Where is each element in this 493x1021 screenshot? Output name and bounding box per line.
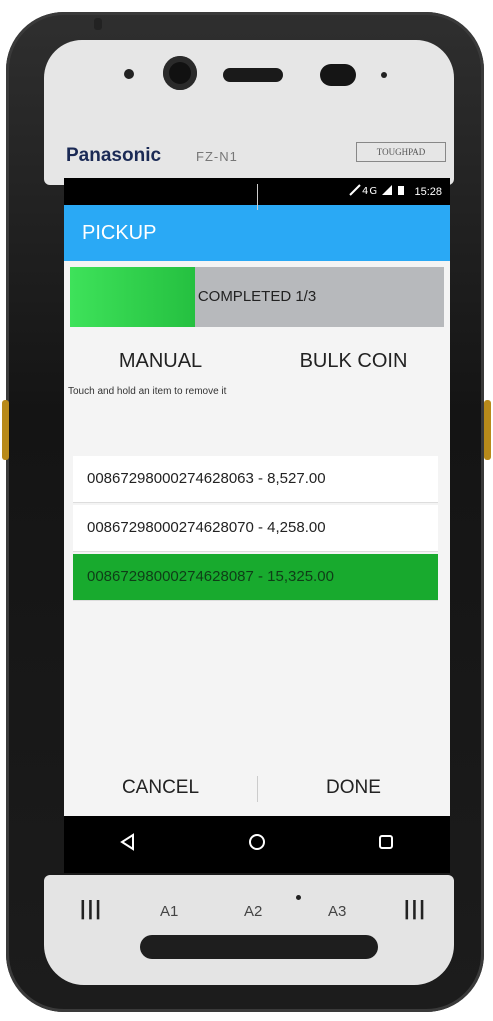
device-brand: Panasonic bbox=[66, 145, 162, 166]
page-title: PICKUP bbox=[82, 221, 157, 244]
tab-bulk-coin[interactable]: BULK COIN bbox=[257, 342, 450, 380]
home-icon[interactable] bbox=[227, 833, 287, 857]
device-model: FZ-N1 bbox=[196, 149, 238, 164]
tab-manual[interactable]: MANUAL bbox=[64, 342, 257, 380]
device-bottom-panel bbox=[44, 875, 454, 985]
grip-icon-right: ||| bbox=[404, 898, 427, 920]
list-item[interactable]: 00867298000274628063 - 8,527.00 bbox=[73, 456, 438, 503]
app-screen: 4G 15:28 PICKUP COMPLETED 1/3 MANUAL BUL… bbox=[64, 178, 450, 873]
progress-label: COMPLETED 1/3 bbox=[197, 288, 317, 305]
side-button-right[interactable] bbox=[484, 400, 491, 460]
done-button[interactable]: DONE bbox=[257, 768, 450, 808]
status-icons: 4G bbox=[348, 184, 408, 199]
grip-icon-left: ||| bbox=[80, 898, 103, 920]
back-icon[interactable] bbox=[98, 832, 158, 857]
side-button-left[interactable] bbox=[2, 400, 9, 460]
mic-dot bbox=[296, 895, 301, 900]
device-badge: TOUGHPAD bbox=[356, 142, 446, 162]
action-divider bbox=[257, 776, 258, 802]
progress-bar: COMPLETED 1/3 bbox=[70, 267, 444, 327]
app-bar: PICKUP bbox=[64, 205, 450, 261]
recents-icon[interactable] bbox=[356, 833, 416, 857]
tab-divider bbox=[257, 184, 258, 210]
antenna bbox=[94, 18, 102, 30]
item-list: 00867298000274628063 - 8,527.00 00867298… bbox=[73, 456, 438, 603]
hint-text: Touch and hold an item to remove it bbox=[68, 386, 227, 397]
status-time: 15:28 bbox=[414, 185, 442, 198]
speaker-grille bbox=[223, 68, 283, 82]
list-item[interactable]: 00867298000274628070 - 4,258.00 bbox=[73, 505, 438, 552]
cancel-button[interactable]: CANCEL bbox=[64, 768, 257, 808]
proximity-sensor bbox=[320, 64, 356, 86]
camera-icon bbox=[163, 56, 197, 90]
list-item-selected[interactable]: 00867298000274628087 - 15,325.00 bbox=[73, 554, 438, 601]
sensor-dot bbox=[124, 69, 134, 79]
mode-tabs: MANUAL BULK COIN bbox=[64, 342, 450, 380]
hardware-key-a3[interactable]: A3 bbox=[328, 903, 346, 920]
led-dot bbox=[381, 72, 387, 78]
bottom-connector bbox=[140, 935, 378, 959]
nav-bar bbox=[64, 816, 450, 873]
svg-text:4G: 4G bbox=[362, 186, 378, 196]
hardware-key-a2[interactable]: A2 bbox=[244, 903, 262, 920]
hardware-key-a1[interactable]: A1 bbox=[160, 903, 178, 920]
